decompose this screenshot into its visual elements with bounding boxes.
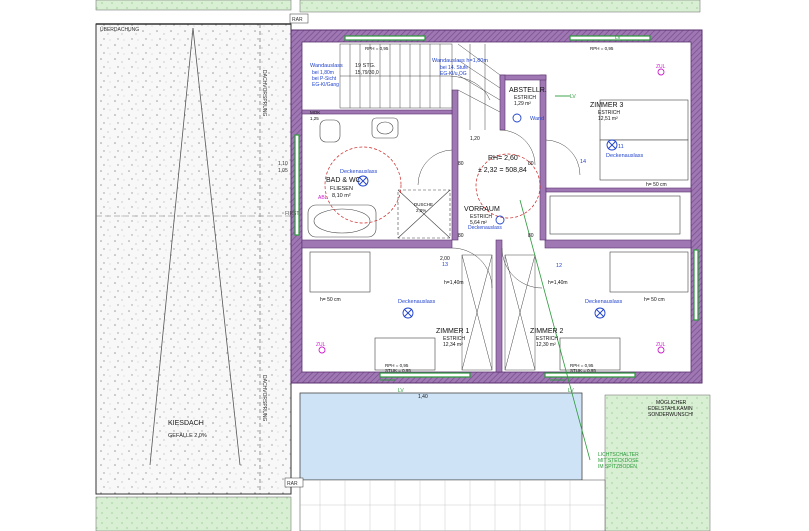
label-stuk-1: STUK = 0,95 [385, 368, 411, 373]
label-dachvorsprung-1: DACHVORSPRUNG [261, 70, 267, 117]
room-z3-title: ZIMMER 3 [590, 102, 624, 109]
label-wandauslass-2-l2: EG-Kl/u.OG [440, 71, 467, 77]
label-zul-z2: ZUL [656, 342, 666, 348]
label-rar-top: RAR [292, 17, 303, 23]
label-dim-80-d: 80 [528, 233, 534, 239]
label-decken-z2: Deckenauslass [585, 299, 623, 305]
label-light-3: IM SPITZBODEN [598, 464, 637, 470]
label-decken-bad: Deckenauslass [340, 169, 378, 175]
room-z2-title: ZIMMER 2 [530, 328, 564, 335]
label-kiesdach: KIESDACH [168, 420, 204, 427]
room-vorraum-title: VORRAUM [464, 206, 500, 213]
label-dim-105: 1,05 [278, 168, 288, 174]
label-dim-80-b: 80 [528, 161, 534, 167]
label-num-14: 14 [580, 159, 586, 165]
room-z2-area: 12,30 m² [536, 342, 556, 348]
label-dim-110: 1,10 [278, 161, 288, 167]
garden-top-left [95, 0, 292, 11]
room-bad-area: 8,10 m² [332, 193, 351, 199]
label-num-12: 12 [556, 263, 562, 269]
label-h50-z1: h= 50 cm [320, 297, 341, 303]
label-num-11: 11 [618, 144, 624, 150]
label-stair-size: 15,79/30,0 [355, 70, 379, 76]
label-mok: MOK [310, 110, 320, 115]
label-wand: Wand [530, 116, 544, 122]
label-dim-120: 1,20 [470, 136, 480, 142]
label-decken-z1: Deckenauslass [398, 299, 436, 305]
label-h140-1: h=1,40m [444, 280, 464, 286]
label-dim-80-a: 80 [458, 161, 464, 167]
terrace-tiles [299, 479, 606, 531]
label-gefaelle: GEFÄLLE 2,0% [168, 432, 207, 439]
label-num-13: 13 [442, 262, 448, 268]
label-decken-vorraum: Deckenauslass [468, 225, 502, 231]
label-h50-z2: h= 50 cm [644, 297, 665, 303]
label-wandauslass-1-l3: EG-Kl/Gang [312, 82, 339, 88]
label-dusche: DUSCHE [414, 202, 433, 207]
label-h140-2: h=1,40m [548, 280, 568, 286]
floor-plan: ÜBERDACHUNG RAR RAR DACHVORSPRUNG DACHVO… [95, 0, 711, 531]
label-note-3: SONDERWUNSCH! [648, 412, 693, 418]
label-dachvorsprung-2: DACHVORSPRUNG [261, 375, 267, 422]
label-lv-2: LV [568, 388, 574, 394]
room-abstell-title: ABSTELLR. [509, 87, 547, 94]
label-lv-3: LV [615, 35, 621, 41]
label-wandauslass-2: Wandauslass h=1,80m [432, 58, 488, 64]
label-note-1: MÖGLICHER [656, 399, 687, 406]
label-zul-z3: ZUL [656, 64, 666, 70]
garden-bottom-left [95, 496, 292, 531]
label-rph-3: RPH = 0,95 [365, 46, 389, 51]
label-rh-2: ± 2,32 = 508,84 [478, 167, 527, 174]
label-stuk-2: STUK = 0,95 [570, 368, 596, 373]
label-rar-bottom: RAR [287, 481, 298, 487]
label-first: FIRST [285, 211, 299, 217]
room-abstell-area: 1,29 m² [514, 101, 531, 107]
label-abl-bad: ABL [318, 195, 328, 201]
room-bad-title: BAD & WC [326, 177, 361, 184]
label-zul-z1: ZUL [316, 342, 326, 348]
label-ueberdachung: ÜBERDACHUNG [100, 26, 139, 33]
garden-top-right [299, 0, 701, 13]
room-z1-area: 12,34 m² [443, 342, 463, 348]
label-wandauslass-1: Wandauslass [310, 63, 343, 69]
label-dim-80-c: 80 [458, 233, 464, 239]
label-rph-4: RPH = 0,95 [590, 46, 614, 51]
label-stair: 19 STG. [355, 63, 376, 69]
label-h50-z3: h= 50 cm [646, 182, 667, 188]
room-z1-title: ZIMMER 1 [436, 328, 470, 335]
label-rh: RH= 2,60 [488, 155, 518, 162]
room-bad-floor: FLIESEN [330, 186, 353, 192]
label-dim-140: 1,40 [418, 394, 428, 400]
room-z3-area: 12,51 m² [598, 116, 618, 122]
label-lv-1: LV [398, 388, 404, 394]
label-gefaelle-small: 2,0% [416, 208, 426, 213]
terrace-pool [299, 392, 583, 481]
label-lv-4: LV [570, 94, 576, 100]
label-mok-val: 1,25 [310, 116, 319, 121]
label-decken-z3: Deckenauslass [606, 153, 644, 159]
